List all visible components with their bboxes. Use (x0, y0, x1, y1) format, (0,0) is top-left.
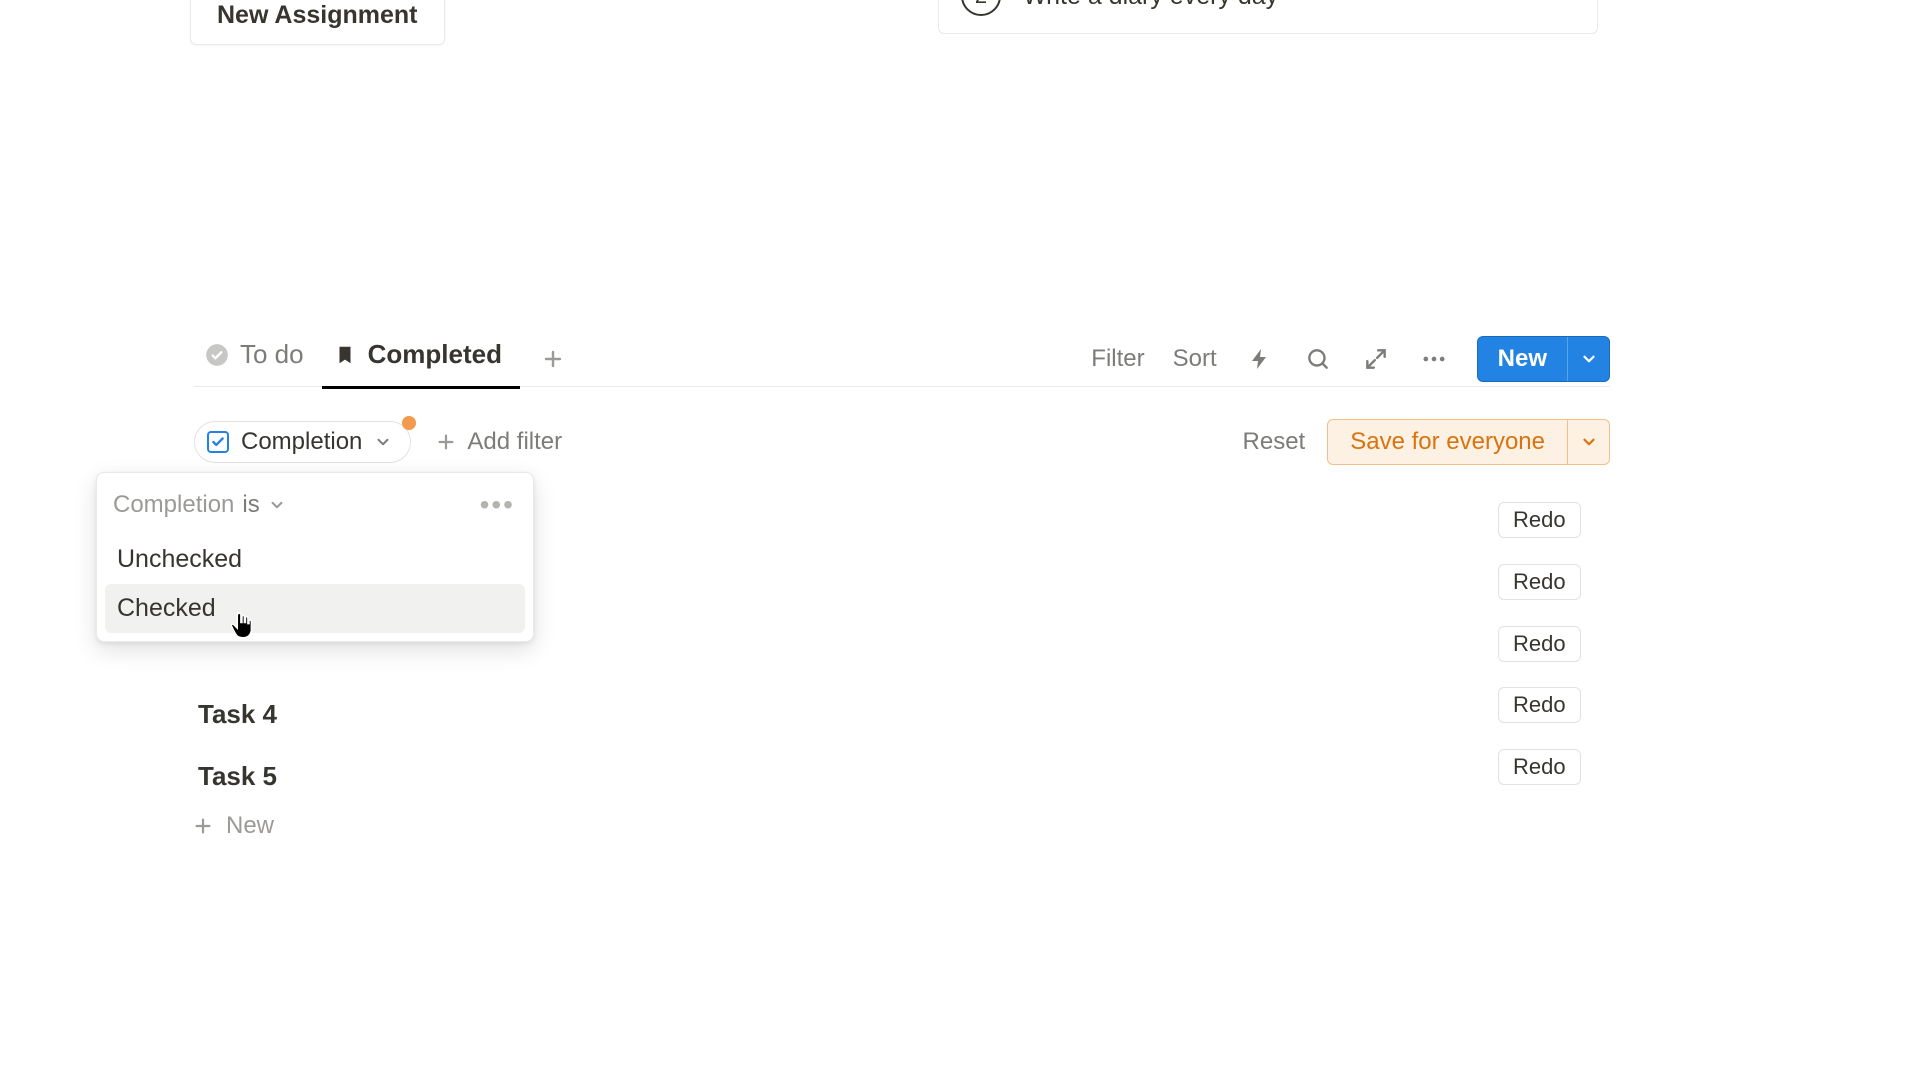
option-checked[interactable]: Checked (105, 584, 525, 633)
filter-modified-indicator (402, 416, 416, 430)
card-new-assignment-label: New Assignment (217, 1, 418, 29)
view-tabbar: To do Completed Filter Sort New (194, 331, 1610, 387)
more-icon[interactable] (1419, 344, 1449, 374)
redo-button[interactable]: Redo (1498, 502, 1581, 538)
expand-icon[interactable] (1361, 344, 1391, 374)
diary-text: Write a diary every day (1023, 0, 1278, 11)
tab-todo[interactable]: To do (194, 329, 322, 388)
popover-more-icon[interactable]: ••• (480, 489, 515, 521)
popover-condition[interactable]: Completion is (113, 491, 286, 519)
add-filter-label: Add filter (467, 428, 562, 456)
save-chevron[interactable] (1567, 420, 1609, 464)
card-diary[interactable]: 2 Write a diary every day (938, 0, 1598, 34)
add-view-button[interactable] (534, 340, 572, 378)
reset-button[interactable]: Reset (1243, 428, 1306, 456)
tab-todo-label: To do (240, 339, 304, 370)
new-row-label: New (226, 812, 274, 840)
chevron-down-icon (374, 433, 392, 451)
diary-step-number: 2 (961, 0, 1001, 16)
option-unchecked[interactable]: Unchecked (105, 535, 525, 584)
check-circle-icon (204, 342, 230, 368)
redo-button[interactable]: Redo (1498, 626, 1581, 662)
new-row-button[interactable]: New (192, 812, 1614, 840)
filter-chip-completion[interactable]: Completion (194, 421, 411, 463)
table-row[interactable]: Task 5 (194, 750, 1614, 802)
chevron-down-icon (268, 496, 286, 514)
automations-icon[interactable] (1245, 344, 1275, 374)
save-label: Save for everyone (1328, 428, 1567, 456)
save-for-everyone-button[interactable]: Save for everyone (1327, 419, 1610, 465)
card-new-assignment[interactable]: New Assignment (190, 0, 445, 45)
completion-filter-popover: Completion is ••• Unchecked Checked (96, 472, 534, 642)
task-name: Task 5 (198, 761, 277, 792)
task-list: Task 4 Task 5 New (194, 688, 1614, 840)
filter-row: Completion Add filter Reset Save for eve… (194, 416, 1610, 468)
popover-field: Completion (113, 491, 234, 519)
table-row[interactable]: Task 4 (194, 688, 1614, 740)
new-button[interactable]: New (1477, 336, 1610, 382)
redo-button[interactable]: Redo (1498, 564, 1581, 600)
sort-button[interactable]: Sort (1173, 345, 1217, 373)
new-button-label: New (1478, 345, 1567, 373)
task-name: Task 4 (198, 699, 277, 730)
checkbox-icon (207, 431, 229, 453)
search-icon[interactable] (1303, 344, 1333, 374)
new-button-chevron[interactable] (1567, 337, 1609, 381)
tab-completed-label: Completed (368, 339, 502, 370)
add-filter-button[interactable]: Add filter (435, 428, 562, 456)
popover-operator: is (242, 491, 259, 519)
bookmark-icon (332, 342, 358, 368)
tab-completed[interactable]: Completed (322, 329, 520, 388)
filter-chip-label: Completion (241, 428, 362, 456)
filter-button[interactable]: Filter (1091, 345, 1144, 373)
